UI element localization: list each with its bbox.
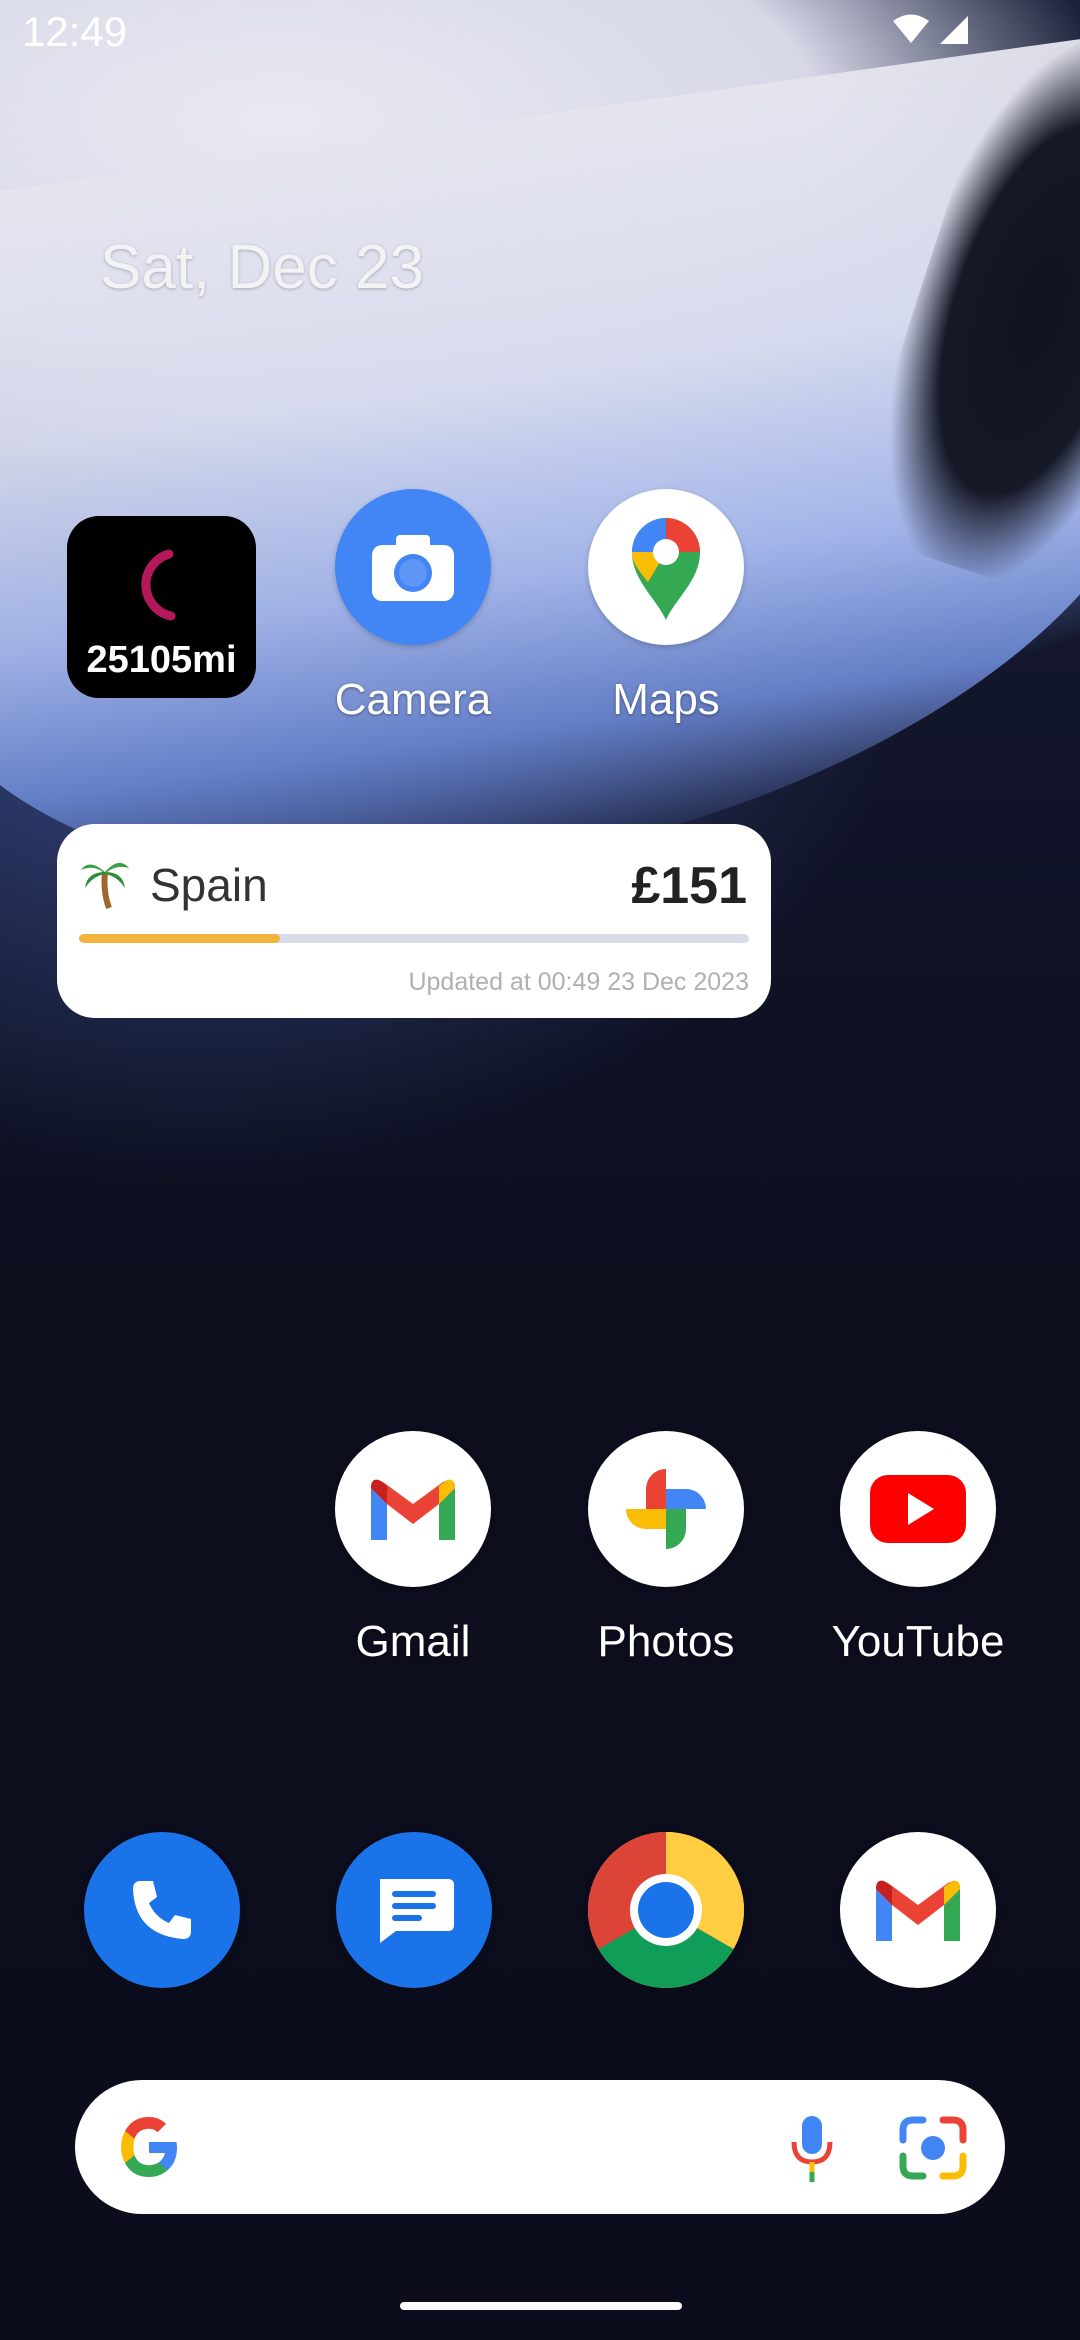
gmail-icon bbox=[335, 1431, 491, 1587]
app-label-photos: Photos bbox=[597, 1617, 735, 1666]
trip-destination: Spain bbox=[150, 859, 268, 911]
status-bar: 12:49 bbox=[0, 0, 1080, 66]
cell-signal-icon bbox=[940, 16, 968, 44]
phone-icon bbox=[84, 1832, 240, 1988]
distance-value: 25105mi bbox=[86, 639, 237, 681]
wifi-icon bbox=[893, 14, 929, 43]
distance-widget[interactable]: 25105mi bbox=[67, 516, 256, 698]
trip-updated-text: Updated at 00:49 23 Dec 2023 bbox=[408, 968, 749, 996]
trip-amount: £151 bbox=[631, 857, 747, 915]
app-gmail[interactable]: Gmail bbox=[313, 1431, 513, 1667]
google-g-icon bbox=[121, 2117, 177, 2177]
app-photos[interactable]: Photos bbox=[566, 1431, 766, 1667]
youtube-icon bbox=[840, 1431, 996, 1587]
messages-icon bbox=[336, 1832, 492, 1988]
microphone-icon[interactable] bbox=[789, 2114, 835, 2182]
status-icons bbox=[892, 14, 970, 46]
maps-icon bbox=[588, 489, 744, 645]
dock-phone[interactable] bbox=[62, 1832, 262, 1988]
app-label-camera: Camera bbox=[334, 675, 492, 724]
trip-budget-widget[interactable]: Spain £151 Updated at 00:49 23 Dec 2023 bbox=[57, 824, 771, 1018]
palm-tree-icon bbox=[81, 862, 129, 910]
progress-arc-icon bbox=[141, 549, 176, 621]
photos-icon bbox=[588, 1431, 744, 1587]
status-clock: 12:49 bbox=[22, 8, 128, 55]
chrome-icon bbox=[588, 1832, 744, 1988]
home-screen: 12:49 Sat, Dec 23 25105mi Camera Maps Sp… bbox=[0, 0, 1080, 2340]
dock-messages[interactable] bbox=[314, 1832, 514, 1988]
trip-progress-fill bbox=[79, 934, 280, 943]
google-search-bar[interactable] bbox=[75, 2080, 1005, 2214]
gmail-icon bbox=[840, 1832, 996, 1988]
app-label-youtube: YouTube bbox=[831, 1617, 1005, 1666]
app-label-maps: Maps bbox=[612, 675, 720, 724]
app-maps[interactable]: Maps bbox=[566, 489, 766, 725]
date-label[interactable]: Sat, Dec 23 bbox=[100, 232, 424, 303]
trip-progress-bar bbox=[79, 934, 749, 943]
dock-gmail[interactable] bbox=[818, 1832, 1018, 1988]
app-label-gmail: Gmail bbox=[355, 1617, 471, 1666]
camera-icon bbox=[335, 489, 491, 645]
app-camera[interactable]: Camera bbox=[313, 489, 513, 725]
dock-chrome[interactable] bbox=[566, 1832, 766, 1988]
app-youtube[interactable]: YouTube bbox=[818, 1431, 1018, 1667]
google-lens-icon[interactable] bbox=[899, 2116, 967, 2180]
gesture-nav-handle[interactable] bbox=[400, 2302, 682, 2310]
